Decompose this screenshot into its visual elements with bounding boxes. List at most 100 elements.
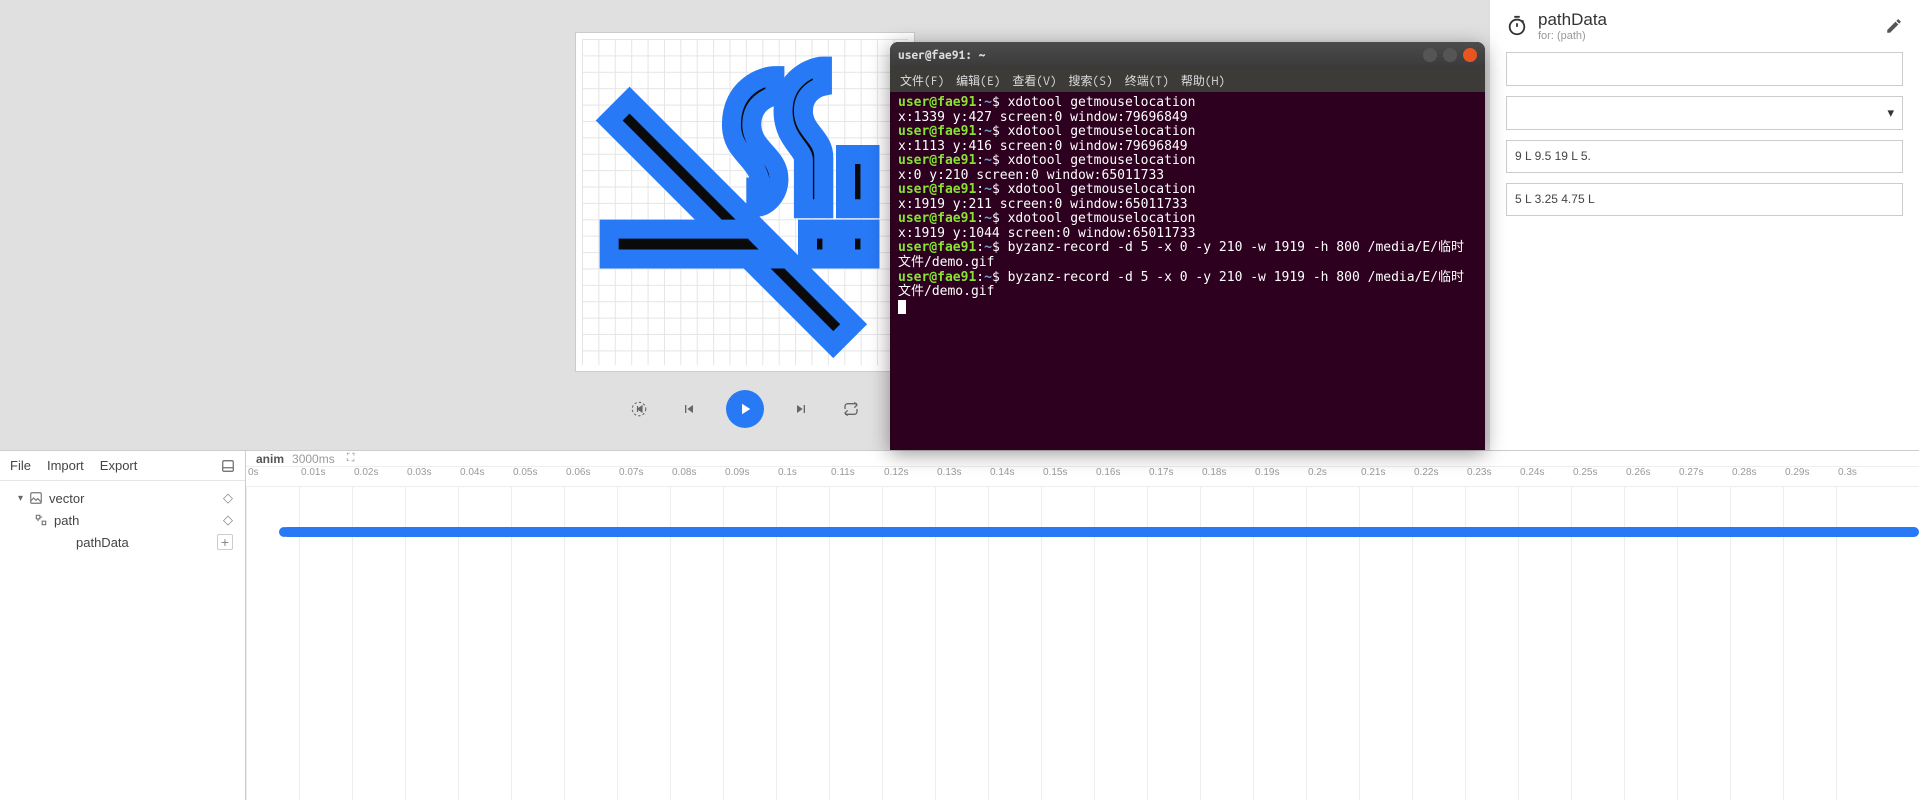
- play-button[interactable]: [726, 390, 764, 428]
- ruler-tick: 0.13s: [935, 467, 988, 486]
- add-keyframe-button[interactable]: +: [217, 534, 233, 550]
- tree-item-vector[interactable]: ▾ vector ◇: [4, 487, 241, 509]
- keyframe-icon[interactable]: ◇: [223, 490, 233, 506]
- property-input-1[interactable]: [1506, 52, 1903, 86]
- panel-collapse-icon[interactable]: [221, 459, 235, 473]
- terminal-menu-item[interactable]: 搜索(S): [1065, 70, 1117, 91]
- terminal-line: user@fae91:~$ byzanz-record -d 5 -x 0 -y…: [898, 241, 1477, 270]
- terminal-line: x:0 y:210 screen:0 window:65011733: [898, 169, 1477, 184]
- ruler-tick: 0.2s: [1306, 467, 1359, 486]
- terminal-line: x:1113 y:416 screen:0 window:79696849: [898, 140, 1477, 155]
- tree-item-pathdata[interactable]: pathData +: [4, 531, 241, 553]
- terminal-cursor: [898, 300, 1477, 315]
- timeline-track[interactable]: [282, 527, 1919, 537]
- maximize-button[interactable]: [1443, 48, 1457, 62]
- path-icon: [34, 513, 48, 527]
- playback-controls: [626, 390, 864, 428]
- terminal-line: x:1919 y:211 screen:0 window:65011733: [898, 198, 1477, 213]
- canvas-vector-icon: [582, 39, 908, 365]
- property-text-1[interactable]: 9 L 9.5 19 L 5.: [1506, 140, 1903, 173]
- ruler-tick: 0.27s: [1677, 467, 1730, 486]
- ruler-tick: 0.19s: [1253, 467, 1306, 486]
- ruler-tick: 0.21s: [1359, 467, 1412, 486]
- ruler-tick: 0.25s: [1571, 467, 1624, 486]
- tree-label: vector: [49, 491, 84, 506]
- ruler-tick: 0s: [246, 467, 299, 486]
- ruler-tick: 0.24s: [1518, 467, 1571, 486]
- ruler-tick: 0.08s: [670, 467, 723, 486]
- playback-rewind-to-start-icon[interactable]: [626, 396, 652, 422]
- skip-previous-icon[interactable]: [676, 396, 702, 422]
- ruler-tick: 0.15s: [1041, 467, 1094, 486]
- ruler-tick: 0.26s: [1624, 467, 1677, 486]
- ruler-tick: 0.29s: [1783, 467, 1836, 486]
- tree-item-path[interactable]: path ◇: [4, 509, 241, 531]
- ruler-tick: 0.18s: [1200, 467, 1253, 486]
- ruler-tick: 0.17s: [1147, 467, 1200, 486]
- ruler-tick: 0.05s: [511, 467, 564, 486]
- ruler-tick: 0.07s: [617, 467, 670, 486]
- terminal-line: user@fae91:~$ xdotool getmouselocation: [898, 154, 1477, 169]
- ruler-tick: 0.23s: [1465, 467, 1518, 486]
- terminal-menu-item[interactable]: 编辑(E): [952, 70, 1004, 91]
- ruler-tick: 0.02s: [352, 467, 405, 486]
- property-select[interactable]: ▾: [1506, 96, 1903, 130]
- ruler-tick: 0.09s: [723, 467, 776, 486]
- property-text-2[interactable]: 5 L 3.25 4.75 L: [1506, 183, 1903, 216]
- ruler-tick: 0.04s: [458, 467, 511, 486]
- menu-file[interactable]: File: [10, 458, 31, 473]
- keyframe-icon[interactable]: ◇: [223, 512, 233, 528]
- stopwatch-icon: [1506, 15, 1528, 37]
- property-title: pathData: [1538, 10, 1607, 30]
- timeline-duration: 3000ms: [292, 452, 335, 466]
- terminal-menubar: 文件(F)编辑(E)查看(V)搜索(S)终端(T)帮助(H): [890, 68, 1485, 92]
- terminal-window[interactable]: user@fae91: ~ 文件(F)编辑(E)查看(V)搜索(S)终端(T)帮…: [890, 42, 1485, 450]
- terminal-line: user@fae91:~$ xdotool getmouselocation: [898, 125, 1477, 140]
- ruler-tick: 0.06s: [564, 467, 617, 486]
- edit-icon[interactable]: [1885, 17, 1903, 35]
- ruler-tick: 0.3s: [1836, 467, 1889, 486]
- ruler-tick: 0.14s: [988, 467, 1041, 486]
- canvas[interactable]: [575, 32, 915, 372]
- fullscreen-icon[interactable]: ⛶: [347, 452, 355, 465]
- minimize-button[interactable]: [1423, 48, 1437, 62]
- terminal-line: x:1339 y:427 screen:0 window:79696849: [898, 111, 1477, 126]
- timeline-panel: anim 3000ms ⛶ 0s0.01s0.02s0.03s0.04s0.05…: [246, 451, 1919, 800]
- timeline-ruler[interactable]: 0s0.01s0.02s0.03s0.04s0.05s0.06s0.07s0.0…: [246, 467, 1919, 487]
- layers-panel: File Import Export ▾ vector ◇: [0, 451, 246, 800]
- terminal-title: user@fae91: ~: [898, 49, 985, 62]
- ruler-tick: 0.22s: [1412, 467, 1465, 486]
- ruler-tick: 0.01s: [299, 467, 352, 486]
- terminal-menu-item[interactable]: 终端(T): [1121, 70, 1173, 91]
- timeline-anim-label: anim: [256, 452, 284, 466]
- chevron-down-icon[interactable]: ▾: [18, 493, 23, 504]
- menu-export[interactable]: Export: [100, 458, 138, 473]
- terminal-titlebar[interactable]: user@fae91: ~: [890, 42, 1485, 68]
- terminal-line: user@fae91:~$ xdotool getmouselocation: [898, 96, 1477, 111]
- terminal-line: user@fae91:~$ xdotool getmouselocation: [898, 183, 1477, 198]
- track-start-handle[interactable]: [279, 527, 289, 537]
- terminal-content[interactable]: user@fae91:~$ xdotool getmouselocationx:…: [890, 92, 1485, 318]
- properties-panel: pathData for: (path) ▾ 9 L 9.5 19 L 5. 5…: [1489, 0, 1919, 450]
- property-subtitle: for: (path): [1538, 30, 1607, 42]
- skip-next-icon[interactable]: [788, 396, 814, 422]
- ruler-tick: 0.28s: [1730, 467, 1783, 486]
- loop-icon[interactable]: [838, 396, 864, 422]
- terminal-menu-item[interactable]: 文件(F): [896, 70, 948, 91]
- menu-import[interactable]: Import: [47, 458, 84, 473]
- ruler-tick: 0.1s: [776, 467, 829, 486]
- close-button[interactable]: [1463, 48, 1477, 62]
- ruler-tick: 0.16s: [1094, 467, 1147, 486]
- ruler-tick: 0.03s: [405, 467, 458, 486]
- terminal-menu-item[interactable]: 帮助(H): [1177, 70, 1229, 91]
- timeline-body[interactable]: [246, 487, 1919, 800]
- ruler-tick: 0.12s: [882, 467, 935, 486]
- terminal-line: user@fae91:~$ xdotool getmouselocation: [898, 212, 1477, 227]
- terminal-menu-item[interactable]: 查看(V): [1008, 70, 1060, 91]
- tree-label: pathData: [76, 535, 129, 550]
- layer-tree: ▾ vector ◇ path ◇: [0, 481, 245, 559]
- chevron-down-icon: ▾: [1887, 105, 1894, 121]
- terminal-line: x:1919 y:1044 screen:0 window:65011733: [898, 227, 1477, 242]
- image-icon: [29, 491, 43, 505]
- terminal-line: user@fae91:~$ byzanz-record -d 5 -x 0 -y…: [898, 271, 1477, 300]
